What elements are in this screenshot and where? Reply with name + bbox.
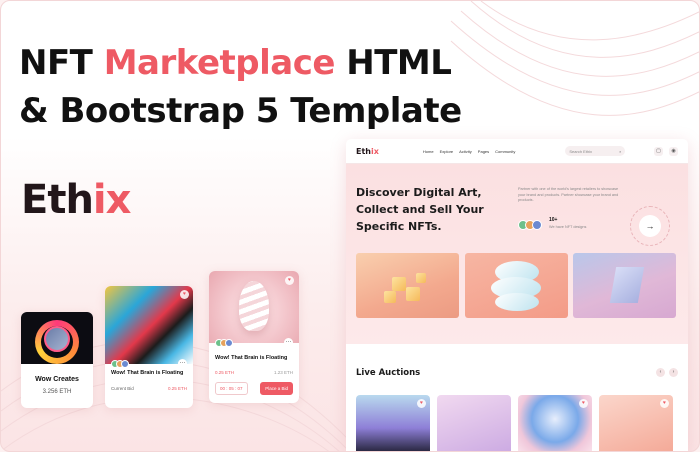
arrow-right-icon: → bbox=[639, 215, 661, 237]
owner-avatars bbox=[215, 339, 233, 347]
stat-label: We have NFT designs bbox=[549, 225, 587, 229]
logo-accent: ix bbox=[92, 177, 132, 223]
hero-title: Discover Digital Art, Collect and Sell Y… bbox=[356, 186, 484, 233]
menu-item-community[interactable]: Community bbox=[495, 149, 515, 154]
cart-icon[interactable]: ▢ bbox=[654, 146, 663, 156]
hero-artwork-1[interactable] bbox=[356, 253, 459, 318]
more-icon[interactable]: … bbox=[178, 359, 187, 368]
nft-artwork: ♥ … bbox=[105, 286, 193, 368]
auction-card[interactable] bbox=[437, 395, 511, 451]
carousel-arrows: ‹ › bbox=[656, 368, 678, 377]
hero-description: Partner with one of the world's largest … bbox=[518, 187, 619, 202]
auction-card[interactable]: ♥ bbox=[599, 395, 673, 451]
headline-line2: & Bootstrap 5 Template bbox=[19, 91, 462, 131]
heart-icon[interactable]: ♥ bbox=[285, 276, 294, 285]
menu-item-activity[interactable]: Activity bbox=[459, 149, 472, 154]
preview-navbar: Ethix Home Explore Activity Pages Commun… bbox=[346, 139, 688, 164]
menu-item-explore[interactable]: Explore bbox=[440, 149, 454, 154]
search-icon: ⌕ bbox=[619, 148, 622, 154]
hero-section: Discover Digital Art, Collect and Sell Y… bbox=[346, 164, 688, 344]
user-icon[interactable]: ◉ bbox=[669, 146, 678, 156]
more-icon[interactable]: … bbox=[284, 338, 293, 347]
avatar bbox=[44, 326, 70, 352]
card-meta: 1.23 ETH bbox=[273, 370, 293, 375]
headline-accent: Marketplace bbox=[103, 43, 336, 83]
live-auctions-title: Live Auctions bbox=[356, 368, 421, 378]
nft-card-brain[interactable]: ♥ … Wow! That Brain is Floating Current … bbox=[105, 286, 193, 408]
hero-artwork-2[interactable] bbox=[465, 253, 568, 318]
arrow-right-icon[interactable]: › bbox=[669, 368, 678, 377]
auction-timer: 00 : 05 : 07 bbox=[215, 382, 248, 395]
auction-card[interactable]: ♥ bbox=[518, 395, 592, 451]
heart-icon[interactable]: ♥ bbox=[579, 399, 588, 408]
nft-card-floating[interactable]: ♥ … Wow! That Brain is Floating 0.25 ETH… bbox=[209, 271, 299, 403]
owner-avatars bbox=[111, 360, 129, 368]
stat-count: 10+ bbox=[549, 217, 558, 223]
brand-logo: Ethix bbox=[21, 177, 132, 223]
place-bid-button[interactable]: Place a Bid bbox=[260, 382, 293, 395]
creator-artwork bbox=[21, 312, 93, 364]
explore-badge[interactable]: → bbox=[630, 206, 670, 246]
preview-logo-accent: ix bbox=[370, 146, 379, 156]
headline-part2: HTML bbox=[334, 43, 452, 83]
search-placeholder: Search Ethix bbox=[569, 148, 593, 154]
logo-main: Eth bbox=[21, 177, 94, 223]
menu-item-pages[interactable]: Pages bbox=[478, 149, 489, 154]
headline-part1: NFT bbox=[19, 43, 104, 83]
preview-logo-main: Eth bbox=[356, 146, 371, 156]
bid-price: 0.25 ETH bbox=[167, 386, 187, 391]
card-price: 0.25 ETH bbox=[215, 370, 235, 375]
heart-icon[interactable]: ♥ bbox=[660, 399, 669, 408]
heart-icon[interactable]: ♥ bbox=[417, 399, 426, 408]
nft-card-creator[interactable]: Wow Creates 3.256 ETH bbox=[21, 312, 93, 408]
preview-menu: Home Explore Activity Pages Community bbox=[423, 149, 515, 154]
search-input[interactable]: Search Ethix ⌕ bbox=[565, 146, 626, 156]
menu-item-home[interactable]: Home bbox=[423, 149, 434, 154]
card-title: Wow Creates bbox=[35, 376, 79, 383]
nav-icons: ▢ ◉ bbox=[654, 146, 678, 156]
promo-banner: NFT Marketplace HTML & Bootstrap 5 Templ… bbox=[0, 0, 700, 452]
template-preview: Ethix Home Explore Activity Pages Commun… bbox=[346, 139, 688, 451]
arrow-left-icon[interactable]: ‹ bbox=[656, 368, 665, 377]
collector-avatars bbox=[518, 220, 542, 230]
heart-icon[interactable]: ♥ bbox=[180, 290, 189, 299]
auction-card[interactable]: ♥ bbox=[356, 395, 430, 451]
sculpture-artwork bbox=[239, 281, 269, 331]
bid-label: Current Bid bbox=[111, 386, 134, 391]
card-price: 3.256 ETH bbox=[42, 389, 72, 395]
page-headline: NFT Marketplace HTML & Bootstrap 5 Templ… bbox=[19, 39, 519, 135]
preview-logo[interactable]: Ethix bbox=[356, 147, 379, 156]
hero-artwork-3[interactable] bbox=[573, 253, 676, 318]
nft-artwork: ♥ … bbox=[209, 271, 299, 347]
